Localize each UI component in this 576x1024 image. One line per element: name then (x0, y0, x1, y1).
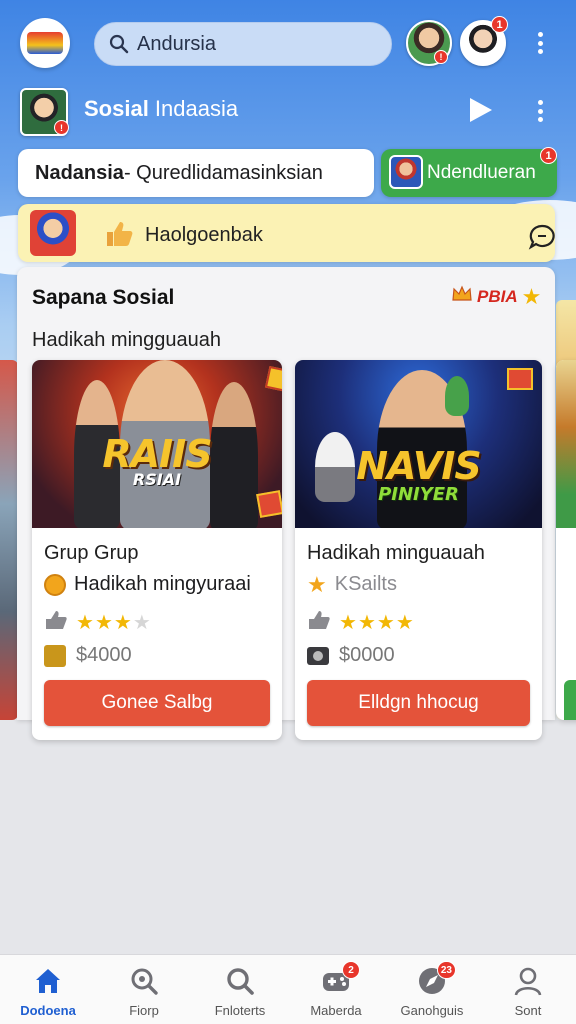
search-input[interactable]: Andursia (94, 22, 392, 66)
channel-title-rest: Indaasia (148, 96, 239, 121)
join-label: Ndendlueran (427, 162, 536, 183)
nav-home[interactable]: Dodoena (0, 955, 96, 1024)
game-action-button[interactable]: Gonee Salbg (44, 680, 270, 726)
game-rating: ★ ★ ★ ★ (307, 609, 414, 636)
thumbs-up-icon (104, 220, 134, 253)
pill-main-rest: - Quredlidamasinksian (123, 161, 323, 184)
channel-badge: ! (54, 120, 69, 135)
search-icon (224, 965, 256, 997)
nav-label: Fiorp (129, 1003, 159, 1018)
game-name: Grup Grup (44, 542, 139, 564)
play-icon[interactable] (466, 96, 494, 124)
notification-badge: 1 (491, 16, 508, 33)
app-logo[interactable] (20, 18, 70, 68)
nav-search[interactable]: Fiorp (96, 955, 192, 1024)
game-thumbnail: NAVIS PINIYER (295, 360, 542, 528)
profile-icon (512, 965, 544, 997)
gift-icon (256, 490, 282, 518)
home-icon (32, 965, 64, 997)
nav-explore[interactable]: Fnloterts (192, 955, 288, 1024)
search-value: Andursia (137, 32, 216, 55)
game-meta-text: KSailts (334, 573, 397, 595)
search-icon (109, 34, 129, 54)
game-price: $0000 (307, 644, 395, 667)
game-thumbnail (556, 360, 576, 528)
background-scene-left (0, 360, 18, 720)
game-action-button[interactable]: Elldgn hhocug (307, 680, 530, 726)
join-button[interactable]: Ndendlueran (381, 149, 557, 197)
more-options-icon[interactable] (528, 28, 552, 58)
coin-icon (44, 573, 66, 596)
thumbnail-subtitle: RSIAI (132, 470, 182, 489)
rating-stars: ★ ★ ★ ★ (339, 611, 414, 634)
camera-icon (307, 646, 329, 665)
crown-icon (451, 284, 473, 309)
section-subtitle: Hadikah mingguauah (32, 329, 222, 351)
nav-profile[interactable]: Sont (480, 955, 576, 1024)
more-options-icon[interactable] (528, 96, 552, 126)
notice-avatar (30, 210, 76, 256)
game-thumbnail: RAIIS RSIAI (32, 360, 282, 528)
price-text: $4000 (76, 644, 132, 666)
brand-badge: PBIA ★ (451, 284, 541, 309)
price-icon (44, 644, 66, 667)
rating-stars: ★ ★ ★ ★ (76, 611, 151, 634)
thumbnail-subtitle: PINIYER (378, 484, 459, 505)
join-avatar (389, 155, 423, 189)
nav-label: Maberda (310, 1003, 362, 1018)
price-text: $0000 (339, 644, 395, 666)
game-price: $4000 (44, 644, 132, 667)
nav-label: Sont (514, 1003, 542, 1018)
channel-title-bold: Sosial (84, 96, 149, 121)
gift-icon (264, 365, 282, 393)
nav-label: Ganohguis (400, 1003, 464, 1018)
channel-title: Sosial Indaasia (84, 96, 238, 122)
game-action-button[interactable] (564, 680, 576, 720)
star-icon: ★ (307, 571, 327, 597)
pill-main-bold: Nadansia (35, 161, 124, 184)
section-title: Sapana Sosial (32, 286, 175, 309)
gamepad-icon: 2 (320, 961, 360, 997)
thumbnail-figure (445, 376, 469, 416)
logo-mark (27, 32, 63, 54)
game-name: Hadikah minguauah (307, 542, 485, 564)
brand-text: PBIA (477, 286, 518, 306)
nav-discover[interactable]: 23 Ganohguis (384, 955, 480, 1024)
game-card-peek[interactable] (556, 360, 576, 720)
nav-label: Dodoena (20, 1003, 76, 1018)
game-meta: ★ KSailts (307, 573, 397, 596)
compass-icon: 23 (416, 961, 456, 997)
chat-icon[interactable] (528, 223, 556, 256)
notice-bar[interactable]: Haolgoenbak (18, 204, 555, 262)
bottom-navigation: Dodoena Fiorp Fnloterts 2 Maberda 23 Gan… (0, 954, 576, 1024)
game-card[interactable]: RAIIS RSIAI Grup Grup Hadikah mingyuraai… (32, 360, 282, 740)
join-badge: 1 (540, 147, 557, 164)
gift-icon (507, 368, 533, 390)
game-card[interactable]: NAVIS PINIYER Hadikah minguauah ★ KSailt… (295, 360, 542, 740)
nav-games[interactable]: 2 Maberda (288, 955, 384, 1024)
nav-label: Fnloterts (214, 1003, 266, 1018)
top-bar: Andursia ! 1 (0, 0, 576, 84)
notification-badge: ! (434, 50, 448, 64)
star-icon: ★ (521, 283, 542, 309)
group-selector-pill[interactable]: Nadansia - Quredlidamasinksian (18, 149, 374, 197)
content-background (0, 720, 576, 954)
game-meta: Hadikah mingyuraai (44, 573, 251, 596)
notice-text: Haolgoenbak (145, 224, 263, 246)
search-icon (128, 965, 160, 997)
like-icon (307, 609, 331, 636)
nav-badge: 23 (436, 961, 456, 979)
game-rating: ★ ★ ★ ★ (44, 609, 151, 636)
like-icon (44, 609, 68, 636)
thumbnail-title: NAVIS (356, 444, 482, 488)
nav-badge: 2 (342, 961, 360, 979)
game-meta-text: Hadikah mingyuraai (74, 573, 251, 595)
